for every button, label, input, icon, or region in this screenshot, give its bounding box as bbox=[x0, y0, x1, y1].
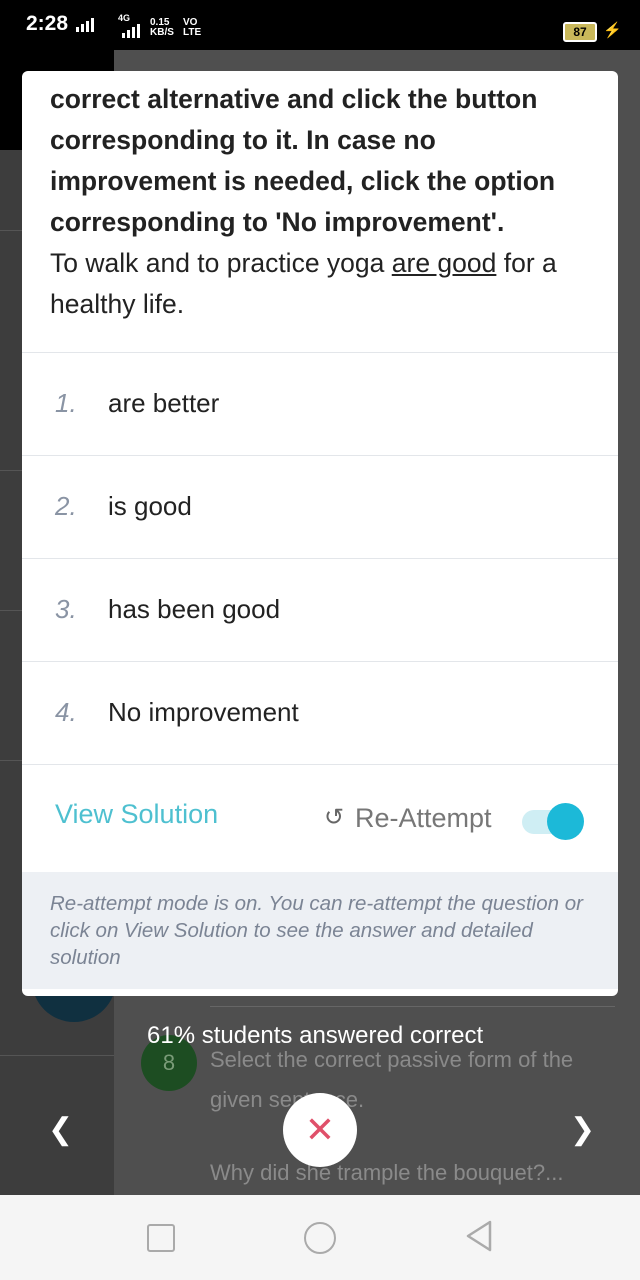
question-underlined-part: are good bbox=[391, 248, 497, 278]
option-1[interactable]: 1. are better bbox=[22, 352, 618, 454]
network-speed: 0.15 KB/S bbox=[150, 18, 174, 38]
lte-label: LTE bbox=[183, 27, 202, 38]
option-number: 1. bbox=[55, 388, 77, 418]
recent-apps-icon[interactable] bbox=[147, 1224, 175, 1252]
reattempt-note: Re-attempt mode is on. You can re-attemp… bbox=[22, 872, 618, 989]
question-text: correct alternative and click the button… bbox=[50, 79, 600, 325]
chevron-left-icon[interactable]: ❮ bbox=[48, 1112, 73, 1147]
option-3[interactable]: 3. has been good bbox=[22, 558, 618, 660]
option-text: is good bbox=[108, 491, 192, 521]
divider bbox=[210, 1006, 615, 1007]
background-question-sentence[interactable]: Why did she trample the bouquet?... bbox=[210, 1160, 563, 1186]
reattempt-toggle-knob[interactable] bbox=[547, 803, 584, 840]
signal-icon-2 bbox=[122, 24, 140, 38]
reattempt-label[interactable]: Re-Attempt bbox=[355, 803, 492, 834]
option-text: No improvement bbox=[108, 697, 299, 727]
option-4[interactable]: 4. No improvement bbox=[22, 661, 618, 763]
question-sentence-start: To walk and to practice yoga bbox=[50, 248, 392, 278]
option-number: 2. bbox=[55, 491, 77, 521]
close-button[interactable]: ✕ bbox=[283, 1093, 357, 1167]
status-bar: 2:28 4G 0.15 KB/S VO LTE 87 ⚡ bbox=[0, 0, 640, 50]
question-actions: View Solution ↺ Re-Attempt bbox=[22, 764, 618, 872]
speed-unit: KB/S bbox=[150, 27, 174, 38]
option-text: has been good bbox=[108, 594, 281, 624]
refresh-icon: ↺ bbox=[324, 804, 345, 831]
view-solution-link[interactable]: View Solution bbox=[55, 799, 218, 830]
answer-stats: 61% students answered correct bbox=[147, 1022, 484, 1049]
option-number: 3. bbox=[55, 594, 77, 624]
option-text: are better bbox=[108, 388, 220, 418]
option-number: 4. bbox=[55, 697, 77, 727]
chevron-right-icon[interactable]: ❯ bbox=[570, 1112, 595, 1147]
question-card: correct alternative and click the button… bbox=[22, 71, 618, 996]
system-nav-bar bbox=[0, 1195, 640, 1280]
charging-icon: ⚡ bbox=[603, 22, 622, 39]
divider bbox=[0, 1055, 114, 1056]
status-time: 2:28 bbox=[26, 12, 69, 35]
back-icon[interactable] bbox=[464, 1219, 494, 1253]
battery-icon: 87 bbox=[563, 22, 597, 42]
signal-icon bbox=[76, 18, 94, 32]
volte-indicator: VO LTE bbox=[183, 18, 201, 38]
network-type: 4G bbox=[118, 13, 131, 23]
background-question-text[interactable]: Select the correct passive form of the g… bbox=[210, 1040, 630, 1120]
question-instruction: correct alternative and click the button… bbox=[50, 84, 556, 237]
home-icon[interactable] bbox=[304, 1222, 336, 1254]
close-icon: ✕ bbox=[304, 1109, 336, 1150]
option-2[interactable]: 2. is good bbox=[22, 455, 618, 557]
